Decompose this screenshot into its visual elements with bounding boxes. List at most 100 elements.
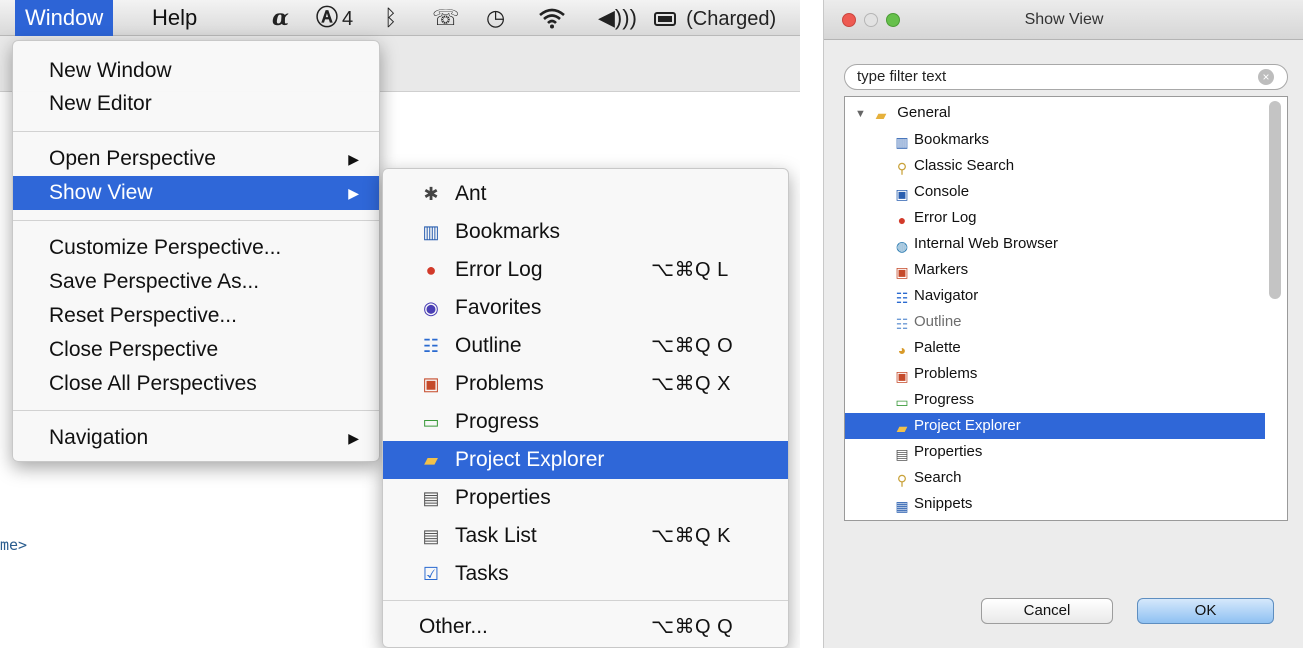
battery-icon[interactable]: (Charged) [654,0,776,36]
tree-item-palette[interactable]: ◕ Palette [893,335,961,361]
menu-separator [383,600,788,601]
tree-item-internal-web-browser[interactable]: ◍ Internal Web Browser [893,231,1058,257]
submenu-item-label: Project Explorer [455,448,605,471]
task-list-icon: ▤ [422,526,440,546]
clear-filter-icon[interactable]: × [1258,69,1274,85]
tree-item-bookmarks[interactable]: ▥ Bookmarks [893,127,989,153]
shortcut-label: ⌥⌘Q K [651,525,731,547]
globe-icon: ◍ [895,238,909,254]
tree-scrollbar[interactable] [1269,101,1281,299]
properties-icon: ▤ [895,446,909,462]
properties-icon: ▤ [422,488,440,508]
expand-arrow-icon[interactable]: ▼ [855,108,866,120]
menu-item-label: Navigation [49,426,149,449]
submenu-arrow-icon: ▶ [348,151,359,167]
tree-item-console[interactable]: ▣ Console [893,179,969,205]
submenu-item-label: Ant [455,182,487,205]
menu-item-show-view[interactable]: Show View ▶ [13,176,379,210]
submenu-item-label: Bookmarks [455,220,561,243]
tree-item-problems[interactable]: ▣ Problems [893,361,977,387]
menu-item-label: Show View [49,181,153,204]
tree-item-progress[interactable]: ▭ Progress [893,387,974,413]
tree-item-label: Properties [914,443,983,460]
menu-item-reset-perspective[interactable]: Reset Perspective... [13,299,379,333]
tree-item-label: Error Log [914,209,977,226]
menu-item-save-perspective-as[interactable]: Save Perspective As... [13,265,379,299]
window-menu: New Window New Editor Open Perspective ▶… [12,40,380,462]
tree-item-label: Problems [914,365,978,382]
submenu-item-label: Progress [455,410,540,433]
tree-item-navigator[interactable]: ☷ Navigator [893,283,978,309]
volume-icon[interactable]: ◀))) [598,0,637,36]
submenu-item-properties[interactable]: ▤ Properties [383,479,788,517]
menu-separator [13,131,379,132]
menu-bar: Window Help α Ⓐ 4 ᛒ ☏ ◷ ◀))) (Charged) [0,0,800,36]
progress-icon: ▭ [422,412,440,432]
menubar-window[interactable]: Window [15,0,114,36]
submenu-item-problems[interactable]: ▣ Problems ⌥⌘Q X [383,365,788,403]
menu-item-close-all-perspectives[interactable]: Close All Perspectives [13,367,379,401]
tree-node-general[interactable]: ▼ ▰ General [855,100,951,126]
ok-button[interactable]: OK [1137,598,1274,624]
menu-separator [13,220,379,221]
submenu-item-outline[interactable]: ☷ Outline ⌥⌘Q O [383,327,788,365]
submenu-item-ant[interactable]: ✱ Ant [383,175,788,213]
menu-item-navigation[interactable]: Navigation ▶ [13,421,379,455]
phone-icon[interactable]: ☏ [432,0,460,36]
palette-icon: ◕ [897,342,907,358]
navigator-icon: ☷ [895,290,909,306]
wifi-icon[interactable] [538,0,566,36]
tree-item-classic-search[interactable]: ⚲ Classic Search [893,153,1014,179]
cancel-button[interactable]: Cancel [981,598,1113,624]
tree-item-properties[interactable]: ▤ Properties [893,439,982,465]
tree-item-label: Project Explorer [914,417,1021,434]
tree-item-label: Console [914,183,970,200]
menu-separator [13,410,379,411]
submenu-item-label: Error Log [455,258,543,281]
tree-item-label: Snippets [914,495,973,512]
menu-item-open-perspective[interactable]: Open Perspective ▶ [13,142,379,176]
submenu-item-other[interactable]: Other... ⌥⌘Q Q [383,608,788,646]
tasks-icon: ☑ [422,564,440,584]
tree-item-label: Bookmarks [914,131,990,148]
bookmarks-icon: ▥ [895,134,909,150]
tree-item-snippets[interactable]: ▦ Snippets [893,491,972,517]
submenu-item-label: Task List [455,524,537,547]
submenu-item-label: Properties [455,486,551,509]
shortcut-label: ⌥⌘Q L [651,259,729,281]
submenu-item-favorites[interactable]: ◉ Favorites [383,289,788,327]
outline-icon: ☷ [895,316,909,332]
tree-item-project-explorer[interactable]: ▰ Project Explorer [845,413,1265,439]
time-machine-icon[interactable]: ◷ [486,0,505,36]
tree-item-search[interactable]: ⚲ Search [893,465,962,491]
submenu-arrow-icon: ▶ [348,185,359,201]
markers-icon: ▣ [895,264,909,280]
tree-item-label: Progress [914,391,975,408]
submenu-item-project-explorer[interactable]: ▰ Project Explorer [383,441,788,479]
menu-item-new-editor[interactable]: New Editor [13,87,379,121]
bluetooth-icon[interactable]: ᛒ [384,0,397,36]
shortcut-label: ⌥⌘Q X [651,373,731,395]
adobe-icon[interactable]: Ⓐ 4 [316,0,353,36]
console-icon: ▣ [895,186,909,202]
tree-item-label: Outline [914,313,962,330]
shortcut-label: ⌥⌘Q Q [651,616,734,638]
submenu-item-bookmarks[interactable]: ▥ Bookmarks [383,213,788,251]
submenu-item-error-log[interactable]: ● Error Log ⌥⌘Q L [383,251,788,289]
alfred-icon[interactable]: α [272,0,289,36]
menu-item-new-window[interactable]: New Window [13,54,379,88]
submenu-item-progress[interactable]: ▭ Progress [383,403,788,441]
filter-input[interactable]: type filter text [844,64,1288,90]
submenu-item-task-list[interactable]: ▤ Task List ⌥⌘Q K [383,517,788,555]
submenu-arrow-icon: ▶ [348,430,359,446]
dialog-title: Show View [1024,11,1104,28]
menu-item-close-perspective[interactable]: Close Perspective [13,333,379,367]
view-tree: ▼ ▰ General ▥ Bookmarks ⚲ Classic Search ▣… [844,96,1288,521]
menubar-help[interactable]: Help [142,0,207,36]
menu-item-customize-perspective[interactable]: Customize Perspective... [13,231,379,265]
tree-item-markers[interactable]: ▣ Markers [893,257,968,283]
tree-item-error-log[interactable]: ● Error Log [893,205,977,231]
shortcut-label: ⌥⌘Q O [651,335,734,357]
submenu-item-tasks[interactable]: ☑ Tasks [383,555,788,593]
tree-item-outline[interactable]: ☷ Outline [893,309,962,335]
